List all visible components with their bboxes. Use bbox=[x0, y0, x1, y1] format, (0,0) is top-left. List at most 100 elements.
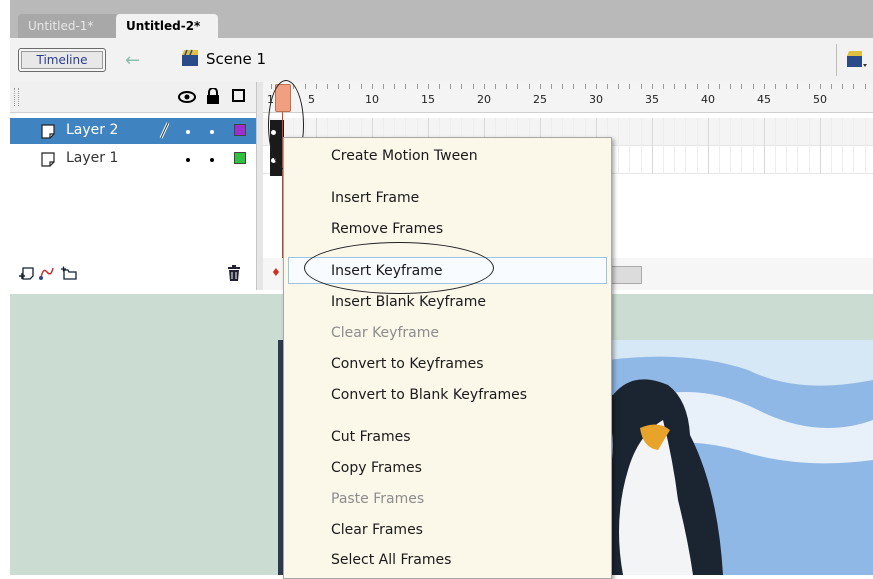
add-layer-icon[interactable] bbox=[18, 264, 36, 282]
menu-item-insert-blank-keyframe[interactable]: Insert Blank Keyframe bbox=[331, 294, 486, 310]
menu-separator bbox=[286, 176, 607, 177]
layer-icon bbox=[41, 124, 55, 139]
document-tab-bar: Untitled-1* Untitled-2* bbox=[10, 0, 873, 38]
frame-ruler[interactable]: 1 5 10 15 20 25 30 35 40 45 50 bbox=[263, 82, 873, 113]
menu-item-clear-keyframe[interactable]: Clear Keyframe bbox=[331, 325, 439, 341]
ruler-tick bbox=[371, 84, 373, 89]
onion-skin-icon[interactable]: ♦ bbox=[271, 266, 281, 280]
scene-label[interactable]: Scene 1 bbox=[206, 50, 266, 68]
trash-icon[interactable] bbox=[226, 264, 242, 282]
panel-grip[interactable] bbox=[14, 88, 19, 106]
add-motion-guide-icon[interactable] bbox=[38, 264, 56, 282]
ruler-tick bbox=[517, 84, 519, 89]
ruler-tick bbox=[674, 84, 676, 89]
layer-color-swatch[interactable] bbox=[234, 152, 246, 164]
ruler-tick bbox=[528, 84, 530, 89]
lock-icon[interactable] bbox=[206, 88, 220, 104]
menu-item-create-motion-tween[interactable]: Create Motion Tween bbox=[331, 148, 478, 164]
frame-context-menu: Create Motion Tween Insert Frame Remove … bbox=[283, 137, 612, 579]
frame-cell-line bbox=[853, 118, 855, 174]
ruler-tick bbox=[842, 84, 844, 89]
back-arrow-icon[interactable]: ← bbox=[125, 50, 140, 71]
layer-row-layer-2[interactable]: Layer 2 bbox=[10, 118, 256, 144]
ruler-tick bbox=[495, 84, 496, 89]
menu-item-copy-frames[interactable]: Copy Frames bbox=[331, 460, 422, 476]
ruler-tick bbox=[864, 84, 866, 89]
ruler-tick bbox=[629, 84, 631, 89]
timeline-button[interactable]: Timeline bbox=[18, 48, 106, 72]
layer-icon bbox=[41, 152, 55, 167]
ruler-mark: 10 bbox=[365, 93, 379, 106]
visibility-dot[interactable] bbox=[186, 158, 190, 162]
ruler-mark: 50 bbox=[813, 93, 827, 106]
ruler-tick bbox=[808, 84, 810, 89]
ruler-mark: 5 bbox=[308, 93, 315, 106]
frame-cell-line bbox=[651, 118, 653, 174]
menu-item-cut-frames[interactable]: Cut Frames bbox=[331, 429, 411, 445]
ruler-tick bbox=[663, 84, 664, 89]
layer-color-swatch[interactable] bbox=[234, 124, 246, 136]
ruler-tick bbox=[853, 84, 855, 89]
layer-row-layer-1[interactable]: Layer 1 bbox=[10, 146, 256, 172]
ruler-tick bbox=[405, 84, 407, 89]
lock-dot[interactable] bbox=[210, 158, 214, 162]
frame-cell-line bbox=[696, 118, 698, 174]
layers-header bbox=[10, 82, 256, 113]
ruler-tick bbox=[472, 84, 474, 89]
menu-item-insert-frame[interactable]: Insert Frame bbox=[331, 190, 419, 206]
menu-item-convert-to-blank-keyframes[interactable]: Convert to Blank Keyframes bbox=[331, 387, 527, 403]
ruler-tick bbox=[338, 84, 340, 89]
ruler-tick bbox=[450, 84, 452, 89]
tab-untitled-1[interactable]: Untitled-1* bbox=[18, 14, 118, 38]
horizontal-scrollbar[interactable] bbox=[608, 266, 642, 284]
toolbar-divider bbox=[836, 44, 837, 76]
menu-item-select-all-frames[interactable]: Select All Frames bbox=[331, 552, 451, 568]
ruler-tick bbox=[573, 84, 575, 89]
menu-item-paste-frames[interactable]: Paste Frames bbox=[331, 491, 424, 507]
ruler-tick bbox=[651, 84, 653, 89]
frame-cell-line bbox=[685, 118, 687, 174]
menu-item-remove-frames[interactable]: Remove Frames bbox=[331, 221, 443, 237]
eye-icon[interactable] bbox=[178, 91, 196, 103]
ruler-tick bbox=[696, 84, 698, 89]
ruler-tick bbox=[327, 84, 328, 89]
ruler-tick bbox=[752, 84, 754, 89]
ruler-mark: 35 bbox=[645, 93, 659, 106]
timeline-toolbar: Timeline ← Scene 1 bbox=[10, 38, 873, 83]
ruler-tick bbox=[685, 84, 687, 89]
add-folder-icon[interactable] bbox=[60, 264, 78, 282]
frame-cell-line bbox=[730, 118, 732, 174]
menu-item-clear-frames[interactable]: Clear Frames bbox=[331, 522, 423, 538]
ruler-tick bbox=[539, 84, 541, 89]
ruler-tick bbox=[427, 84, 429, 89]
edit-scene-icon[interactable] bbox=[844, 48, 868, 70]
outline-icon[interactable] bbox=[232, 89, 245, 102]
frame-cell-line bbox=[819, 118, 821, 174]
ruler-tick bbox=[741, 84, 743, 89]
frame-cell-line bbox=[663, 118, 664, 174]
tab-untitled-2[interactable]: Untitled-2* bbox=[116, 14, 218, 38]
ruler-tick bbox=[775, 84, 776, 89]
frame-cell-line bbox=[808, 118, 810, 174]
frame-cell-line bbox=[842, 118, 844, 174]
frame-cell-line bbox=[775, 118, 776, 174]
ruler-tick bbox=[595, 84, 597, 89]
ruler-tick bbox=[640, 84, 642, 89]
menu-item-convert-to-keyframes[interactable]: Convert to Keyframes bbox=[331, 356, 484, 372]
scene-clapper-icon bbox=[182, 49, 198, 66]
ruler-tick bbox=[416, 84, 418, 89]
ruler-tick bbox=[786, 84, 788, 89]
visibility-dot[interactable] bbox=[186, 130, 190, 134]
ruler-tick bbox=[315, 84, 317, 89]
ruler-tick bbox=[483, 84, 485, 89]
frame-cell-line bbox=[741, 118, 743, 174]
ruler-tick bbox=[551, 84, 552, 89]
ruler-tick bbox=[439, 84, 440, 89]
frame-cell-line bbox=[707, 118, 709, 174]
frame-cell-line bbox=[797, 118, 799, 174]
ruler-tick bbox=[383, 84, 384, 89]
menu-separator bbox=[286, 415, 607, 416]
lock-dot[interactable] bbox=[210, 130, 214, 134]
ruler-tick bbox=[730, 84, 732, 89]
page-margin bbox=[0, 0, 10, 575]
